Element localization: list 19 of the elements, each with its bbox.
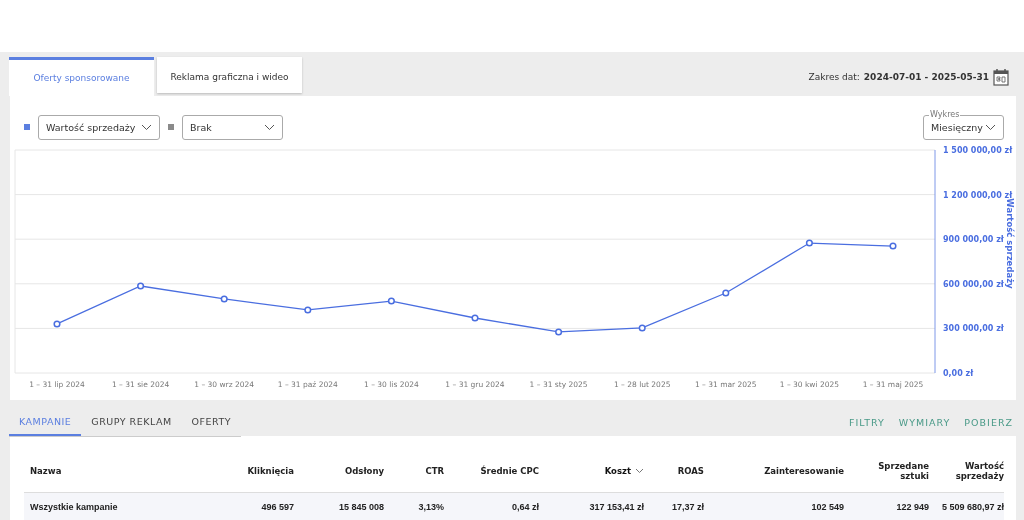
table-cell: Wszystkie kampanie [30, 502, 118, 512]
table-cell: 496 597 [261, 502, 294, 512]
date-range-value: 2024-07-01 - 2025-05-31 [863, 71, 989, 82]
y-tick-label: 600 000,00 zł [943, 279, 1004, 289]
date-range-label: Zakres dat: [808, 71, 860, 82]
table-cell: 3,13% [418, 502, 444, 512]
y-axis-title: Wartość sprzedaży [1005, 198, 1015, 289]
table-cell: 102 549 [811, 502, 844, 512]
y-tick-label: 300 000,00 zł [943, 324, 1004, 334]
y-tick-label: 1 500 000,00 zł [943, 146, 1013, 155]
y-tick-label: 0,00 zł [943, 369, 974, 378]
table-cell: 0,64 zł [511, 502, 539, 512]
y-tick-label: 1 200 000,00 zł [943, 190, 1013, 200]
table-cell: 317 153,41 zł [589, 502, 644, 512]
table-cell: 15 845 008 [338, 502, 384, 512]
table-cell: 17,37 zł [671, 502, 704, 512]
table-cell: 122 949 [896, 502, 929, 512]
table-cell: 5 509 680,97 zł [941, 502, 1004, 512]
y-tick-label: 900 000,00 zł [943, 235, 1004, 245]
